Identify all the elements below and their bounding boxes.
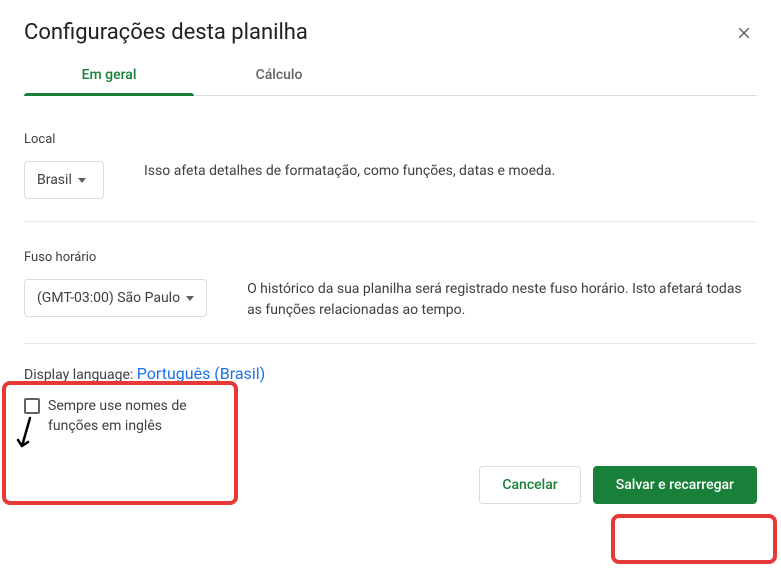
locale-dropdown[interactable]: Brasil xyxy=(24,161,104,199)
chevron-down-icon xyxy=(186,296,194,301)
display-language-link[interactable]: Português (Brasil) xyxy=(137,364,265,383)
english-functions-checkbox[interactable] xyxy=(24,398,40,414)
display-language-text: Display language: Português (Brasil) xyxy=(24,364,757,383)
timezone-value: (GMT-03:00) São Paulo xyxy=(37,290,180,306)
timezone-row: (GMT-03:00) São Paulo O histórico da sua… xyxy=(24,279,757,321)
display-language-section: Display language: Português (Brasil) Sem… xyxy=(24,344,757,436)
timezone-section: Fuso horário (GMT-03:00) São Paulo O his… xyxy=(24,222,757,344)
save-button[interactable]: Salvar e recarregar xyxy=(593,466,757,504)
timezone-description: O histórico da sua planilha será registr… xyxy=(247,279,757,321)
close-icon xyxy=(735,24,753,42)
cancel-button[interactable]: Cancelar xyxy=(479,466,580,504)
display-language-prefix: Display language: xyxy=(24,367,137,383)
locale-value: Brasil xyxy=(37,172,72,188)
settings-dialog: Configurações desta planilha Em geral Cá… xyxy=(0,0,781,524)
locale-description: Isso afeta detalhes de formatação, como … xyxy=(144,161,757,182)
timezone-label: Fuso horário xyxy=(24,250,757,265)
english-functions-row: Sempre use nomes de funções em inglês xyxy=(24,397,757,436)
close-button[interactable] xyxy=(731,20,757,49)
timezone-dropdown[interactable]: (GMT-03:00) São Paulo xyxy=(24,279,207,317)
dialog-title: Configurações desta planilha xyxy=(24,20,308,45)
tab-calculation[interactable]: Cálculo xyxy=(194,67,364,95)
tab-general[interactable]: Em geral xyxy=(24,67,194,95)
locale-label: Local xyxy=(24,132,757,147)
english-functions-label: Sempre use nomes de funções em inglês xyxy=(48,397,228,436)
locale-section: Local Brasil Isso afeta detalhes de form… xyxy=(24,104,757,222)
dialog-footer: Cancelar Salvar e recarregar xyxy=(24,466,757,504)
tabs-container: Em geral Cálculo xyxy=(24,67,757,96)
dialog-header: Configurações desta planilha xyxy=(24,20,757,49)
chevron-down-icon xyxy=(78,178,86,183)
locale-row: Brasil Isso afeta detalhes de formatação… xyxy=(24,161,757,199)
